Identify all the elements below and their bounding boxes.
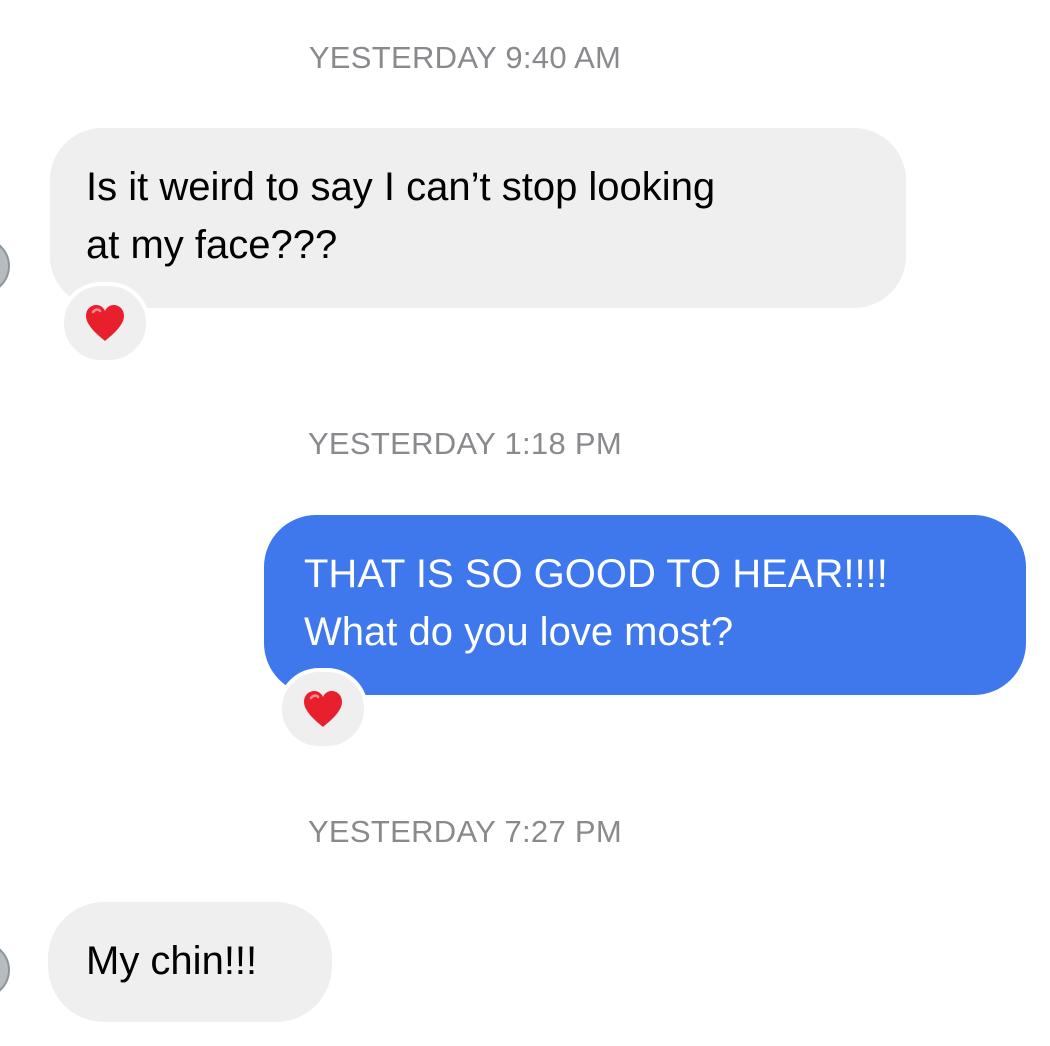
- heart-icon: [304, 691, 342, 727]
- message-timestamp: YESTERDAY 1:18 PM: [307, 426, 623, 461]
- message-reaction[interactable]: [278, 668, 368, 750]
- message-text-line: at my face???: [86, 223, 338, 267]
- outgoing-message-bubble[interactable]: THAT IS SO GOOD TO HEAR!!!! What do you …: [264, 515, 1026, 695]
- message-reaction[interactable]: [60, 282, 150, 364]
- heart-icon: [86, 305, 124, 341]
- sender-avatar[interactable]: [0, 238, 10, 294]
- message-timestamp: YESTERDAY 7:27 PM: [307, 814, 623, 849]
- message-text-line: My chin!!!: [86, 939, 258, 983]
- incoming-message-bubble[interactable]: My chin!!!: [48, 902, 332, 1022]
- message-text-line: THAT IS SO GOOD TO HEAR!!!!: [304, 552, 888, 596]
- message-text-line: Is it weird to say I can’t stop looking: [86, 165, 716, 209]
- message-timestamp: YESTERDAY 9:40 AM: [308, 40, 622, 75]
- message-text-line: What do you love most?: [304, 610, 734, 654]
- sender-avatar[interactable]: [0, 942, 10, 998]
- incoming-message-bubble[interactable]: Is it weird to say I can’t stop looking …: [50, 128, 906, 308]
